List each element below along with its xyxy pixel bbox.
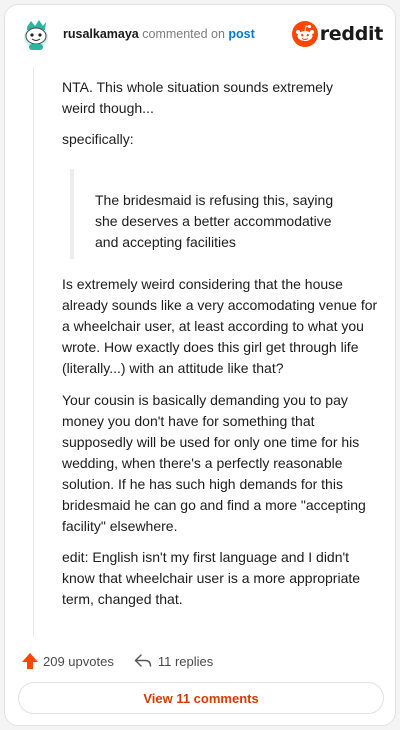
comment-header: rusalkamaya commented on post reddit	[5, 5, 395, 65]
upvote-count: 209 upvotes	[43, 653, 114, 669]
reply-arrow-icon	[134, 654, 152, 667]
snoo-avatar-icon[interactable]	[21, 17, 51, 51]
thread-line	[33, 67, 34, 637]
quote-text: The bridesmaid is refusing this, saying …	[95, 192, 334, 250]
reddit-snoo-icon	[291, 21, 318, 47]
username-link[interactable]: rusalkamaya	[63, 27, 139, 41]
comment-paragraph: specifically:	[62, 131, 134, 147]
replies-count: 11 replies	[157, 653, 214, 669]
action-text: commented on	[138, 27, 229, 41]
comment-paragraph: NTA. This whole situation sounds extreme…	[62, 79, 334, 116]
replies-button[interactable]: 11 replies	[134, 653, 213, 669]
comment-paragraph: edit: English isn't my first language an…	[62, 549, 361, 607]
reddit-wordmark: reddit	[319, 23, 384, 45]
reddit-logo[interactable]: reddit	[291, 21, 384, 47]
comment-paragraph: Is extremely weird considering that the …	[62, 276, 378, 376]
view-comments-button[interactable]: View 11 comments	[18, 682, 384, 714]
comment-footer: 209 upvotes 11 replies	[21, 649, 213, 673]
post-link[interactable]: post	[228, 27, 254, 41]
comment-meta: rusalkamaya commented on post	[63, 27, 255, 41]
upvote-arrow-icon	[22, 653, 38, 669]
comment-card: rusalkamaya commented on post reddit NTA…	[4, 4, 396, 726]
upvote-button[interactable]: 209 upvotes	[21, 652, 114, 670]
blockquote: The bridesmaid is refusing this, saying …	[70, 169, 340, 259]
comment-paragraph: Your cousin is basically demanding you t…	[62, 392, 366, 534]
